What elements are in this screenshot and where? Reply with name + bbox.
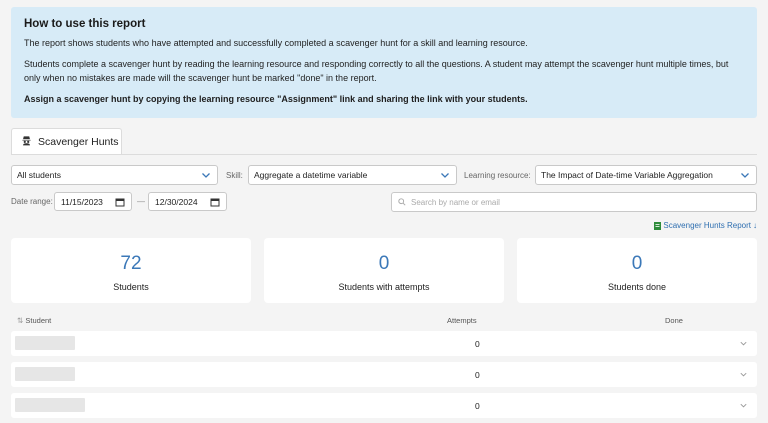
- done-column-header: Done: [665, 316, 683, 325]
- date-range-label: Date range:: [11, 197, 53, 206]
- stat-label: Students: [113, 282, 149, 292]
- attempts-column-header: Attempts: [447, 316, 477, 325]
- calendar-icon[interactable]: [210, 197, 220, 207]
- student-name-placeholder: [15, 398, 85, 412]
- spy-icon: [21, 135, 32, 149]
- student-filter-select[interactable]: All students: [11, 165, 218, 185]
- spreadsheet-icon: [654, 221, 662, 230]
- skill-label: Skill:: [226, 171, 243, 180]
- date-separator: —: [137, 197, 145, 206]
- stat-label: Students done: [607, 282, 667, 292]
- instructions-title: How to use this report: [24, 18, 146, 30]
- student-name-placeholder: [15, 367, 75, 381]
- search-icon: [398, 198, 406, 206]
- search-input[interactable]: Search by name or email: [391, 192, 757, 212]
- resource-value: The Impact of Date-time Variable Aggrega…: [541, 170, 713, 180]
- stat-value: 0: [631, 253, 643, 274]
- table-row[interactable]: 0: [11, 331, 757, 356]
- tab-divider: [11, 154, 757, 155]
- stat-card-done: 0 Students done: [517, 238, 757, 303]
- instructions-panel: How to use this report The report shows …: [11, 7, 757, 118]
- chevron-down-icon[interactable]: [739, 401, 748, 410]
- skill-select[interactable]: Aggregate a datetime variable: [248, 165, 457, 185]
- chevron-down-icon[interactable]: [739, 370, 748, 379]
- chevron-down-icon: [441, 173, 449, 178]
- sort-icon: ⇅: [17, 316, 24, 325]
- search-placeholder: Search by name or email: [411, 197, 500, 207]
- report-link-label: Scavenger Hunts Report: [663, 221, 751, 230]
- student-filter-value: All students: [17, 170, 61, 180]
- date-to-input[interactable]: 12/30/2024: [148, 192, 227, 211]
- date-from-input[interactable]: 11/15/2023: [54, 192, 132, 211]
- instructions-text-2: Students complete a scavenger hunt by re…: [24, 59, 729, 83]
- download-arrow-icon: ↓: [753, 221, 757, 230]
- student-header-label: Student: [25, 316, 52, 325]
- stat-label: Students with attempts: [338, 282, 430, 292]
- chevron-down-icon: [202, 173, 210, 178]
- resource-select[interactable]: The Impact of Date-time Variable Aggrega…: [535, 165, 757, 185]
- skill-value: Aggregate a datetime variable: [254, 170, 368, 180]
- chevron-down-icon: [741, 173, 749, 178]
- student-column-header[interactable]: ⇅ Student: [17, 316, 51, 325]
- tab-scavenger-hunts[interactable]: Scavenger Hunts: [11, 128, 122, 155]
- stat-card-attempts: 0 Students with attempts: [264, 238, 504, 303]
- instructions-text-3: Assign a scavenger hunt by copying the l…: [24, 94, 528, 104]
- resource-label: Learning resource:: [464, 171, 531, 180]
- attempts-value: 0: [475, 401, 480, 411]
- table-row[interactable]: 0: [11, 362, 757, 387]
- date-from-value: 11/15/2023: [61, 196, 103, 207]
- student-name-placeholder: [15, 336, 75, 350]
- calendar-icon[interactable]: [115, 197, 125, 207]
- tab-label: Scavenger Hunts: [38, 136, 119, 148]
- attempts-value: 0: [475, 370, 480, 380]
- report-download-link[interactable]: Scavenger Hunts Report ↓: [654, 221, 757, 230]
- table-row[interactable]: 0: [11, 393, 757, 418]
- attempts-value: 0: [475, 339, 480, 349]
- date-to-value: 12/30/2024: [155, 196, 198, 207]
- chevron-down-icon[interactable]: [739, 339, 748, 348]
- stat-value: 72: [120, 253, 142, 274]
- stat-card-students: 72 Students: [11, 238, 251, 303]
- instructions-text-1: The report shows students who have attem…: [24, 38, 528, 48]
- stat-value: 0: [378, 253, 390, 274]
